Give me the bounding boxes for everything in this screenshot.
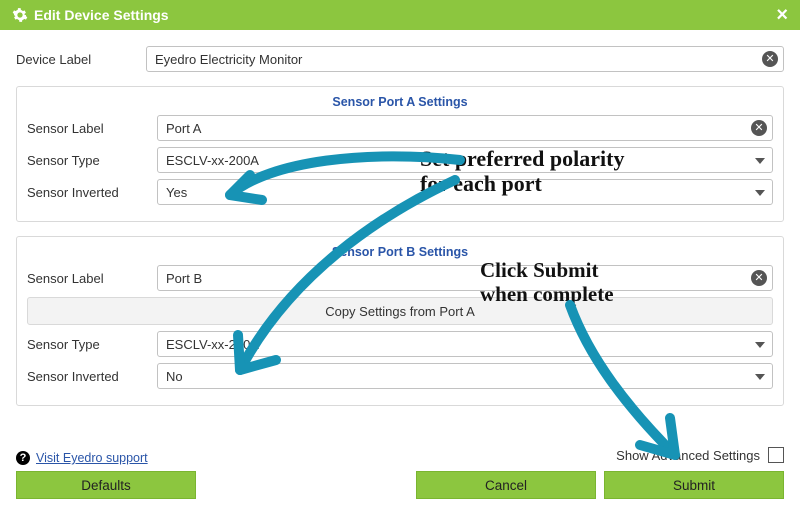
clear-device-label-icon[interactable]: ✕	[762, 51, 778, 67]
port-a-heading: Sensor Port A Settings	[27, 95, 773, 109]
port-a-sensor-inverted-select[interactable]: Yes	[157, 179, 773, 205]
port-b-sensor-type-select[interactable]: ESCLV-xx-200A	[157, 331, 773, 357]
button-spacer	[204, 471, 408, 499]
submit-button[interactable]: Submit	[604, 471, 784, 499]
device-label-row: Device Label Eyedro Electricity Monitor …	[16, 46, 784, 72]
clear-port-b-label-icon[interactable]: ✕	[751, 270, 767, 286]
advanced-settings-label: Show Advanced Settings	[616, 448, 760, 463]
gear-icon	[12, 7, 28, 23]
port-b-sensor-label-input[interactable]: Port B	[157, 265, 773, 291]
port-a-sensor-label-input[interactable]: Port A	[157, 115, 773, 141]
support-link[interactable]: Visit Eyedro support	[36, 451, 148, 465]
advanced-settings-checkbox[interactable]	[768, 447, 784, 463]
port-a-sensor-type-text: Sensor Type	[27, 153, 147, 168]
port-b-sensor-type-text: Sensor Type	[27, 337, 147, 352]
port-b-heading: Sensor Port B Settings	[27, 245, 773, 259]
port-a-section: Sensor Port A Settings Sensor Label Port…	[16, 86, 784, 222]
cancel-button[interactable]: Cancel	[416, 471, 596, 499]
port-b-sensor-inverted-select[interactable]: No	[157, 363, 773, 389]
port-a-sensor-type-select[interactable]: ESCLV-xx-200A	[157, 147, 773, 173]
defaults-button[interactable]: Defaults	[16, 471, 196, 499]
port-a-sensor-label-text: Sensor Label	[27, 121, 147, 136]
help-icon[interactable]: ?	[16, 451, 30, 465]
device-label-input[interactable]: Eyedro Electricity Monitor	[146, 46, 784, 72]
copy-settings-button[interactable]: Copy Settings from Port A	[27, 297, 773, 325]
port-b-section: Sensor Port B Settings Sensor Label Port…	[16, 236, 784, 406]
dialog-title: Edit Device Settings	[34, 7, 169, 23]
clear-port-a-label-icon[interactable]: ✕	[751, 120, 767, 136]
device-label-text: Device Label	[16, 52, 136, 67]
dialog-titlebar: Edit Device Settings ×	[0, 0, 800, 30]
port-b-sensor-inverted-text: Sensor Inverted	[27, 369, 147, 384]
close-icon[interactable]: ×	[776, 0, 788, 30]
port-b-sensor-label-text: Sensor Label	[27, 271, 147, 286]
port-a-sensor-inverted-text: Sensor Inverted	[27, 185, 147, 200]
